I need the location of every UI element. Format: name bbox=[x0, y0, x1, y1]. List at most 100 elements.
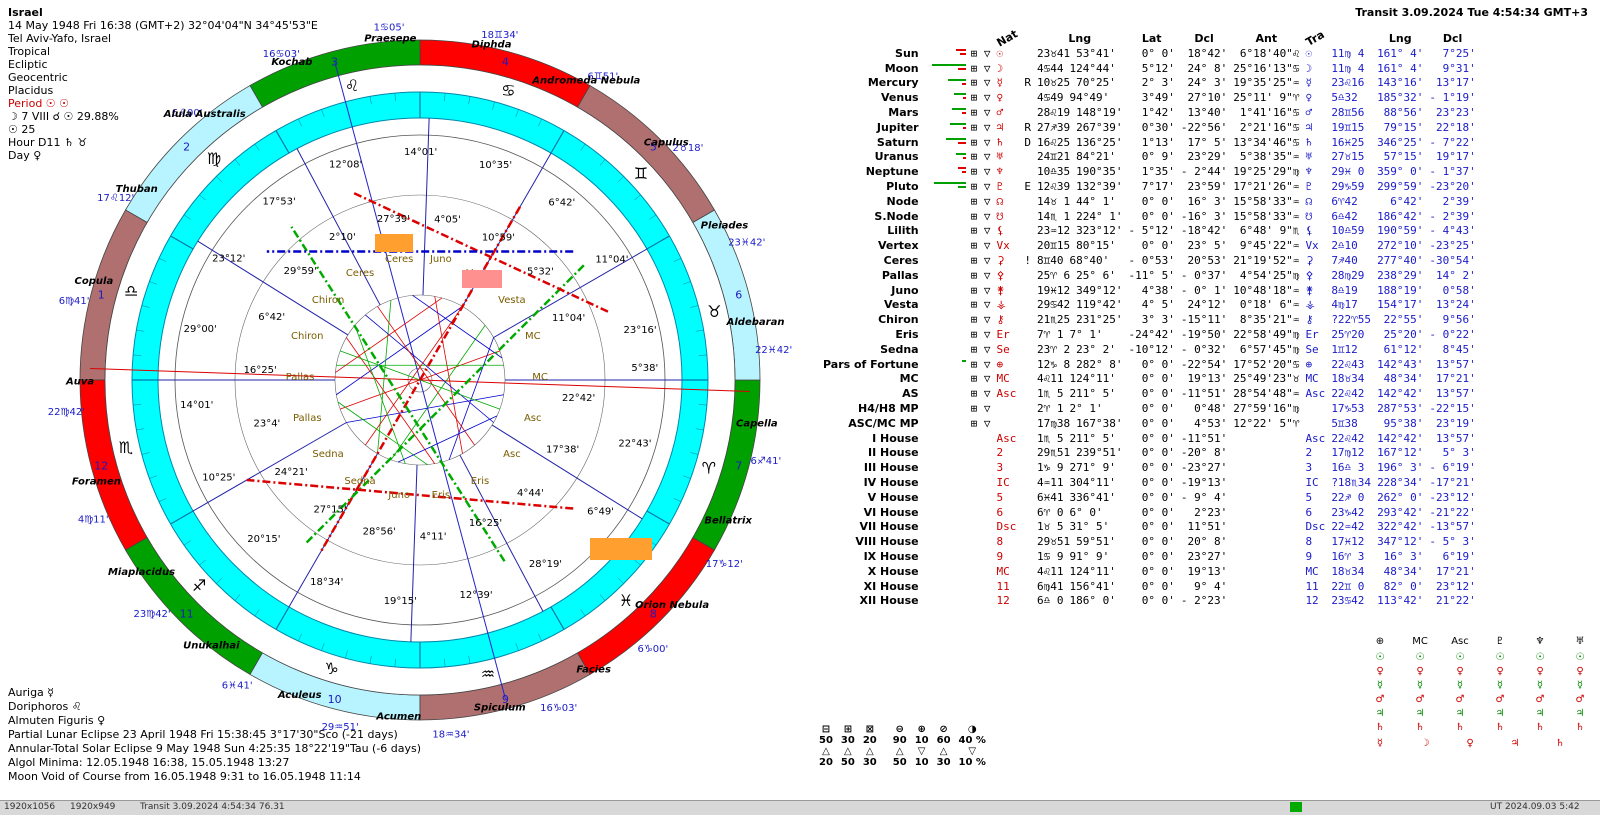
longitude-deg: 267°39' bbox=[1076, 120, 1123, 134]
row-grid-icons: ⊞ ▽ bbox=[970, 91, 991, 105]
grid-column-icon: Asc bbox=[1451, 636, 1469, 647]
retro-flag: R bbox=[1024, 120, 1031, 134]
transit-position: 29♓ 0 bbox=[1331, 165, 1365, 179]
table-row[interactable]: VI House 6 6♈ 0 6° 0' 0° 0' 2°23' 6 23♑42 293°42… bbox=[820, 505, 1479, 520]
table-row[interactable]: Mars ⊞ ▽ ♂ 28♌19 148°19' 1°42' 13°40' 1°41'16"♋… bbox=[820, 105, 1479, 120]
table-row[interactable]: X House MC 4♌11 124°11' 0° 0' 19°13' MC 18♉34 48… bbox=[820, 564, 1479, 579]
transit-declination: 5° 3' bbox=[1442, 446, 1476, 460]
place-name: Israel bbox=[8, 6, 43, 19]
table-row[interactable]: S.Node ⊞ ▽ ☋ 14♏ 1 224° 1' 0° 0' -16° 3' 15°58'… bbox=[820, 209, 1479, 224]
row-grid-icons bbox=[968, 460, 994, 475]
col-tra-lng[interactable]: Lng bbox=[1374, 30, 1426, 46]
table-row[interactable]: Jupiter ⊞ ▽ ♃ R 27♐39 267°39' 0°30' -22°56' 2°21… bbox=[820, 120, 1479, 135]
table-row[interactable]: Juno ⊞ ▽ ⚵ 19♓12 349°12' 4°38' - 0° 1' 10°48'18… bbox=[820, 283, 1479, 298]
table-row[interactable]: AS ⊞ ▽ Asc 1♏ 5 211° 5' 0° 0' -11°51' 28°54'48"… bbox=[820, 386, 1479, 401]
earth-icon: ⊕ bbox=[917, 724, 926, 735]
table-row[interactable]: Venus ⊞ ▽ ♀ 4♋49 94°49' 3°49' 27°10' 25°11' 9"♈… bbox=[820, 90, 1479, 105]
row-grid-icons bbox=[968, 446, 994, 461]
strength-bars bbox=[922, 76, 968, 91]
table-row[interactable]: IV House IC 4♒11 304°11' 0° 0' -19°13' IC ?18♏3… bbox=[820, 475, 1479, 490]
table-row[interactable]: ASC/MC MP ⊞ ▽ 17♍38 167°38' 0° 0' 4°53' 12°22'… bbox=[820, 416, 1479, 431]
table-row[interactable]: Pallas ⊞ ▽ ⚴ 25♈ 6 25° 6' -11° 5' - 0°37' 4°54'… bbox=[820, 268, 1479, 283]
longitude-deg: 224° 1' bbox=[1076, 209, 1123, 223]
natal-longitude: 7♈ 1 7° 1' bbox=[1034, 327, 1125, 342]
table-row[interactable]: Pars of Fortune ⊞ ▽ ⊕ 12♑ 8 282° 8' 0° 0' -22°… bbox=[820, 357, 1479, 372]
col-lat[interactable]: Lat bbox=[1125, 30, 1177, 46]
transit-longitude: 359° 0' bbox=[1377, 165, 1424, 179]
retro-flag bbox=[1021, 564, 1034, 579]
table-row[interactable]: Pluto ⊞ ▽ ♇ E 12♌39 132°39' 7°17' 23°59' 17°21'2… bbox=[820, 179, 1479, 194]
transit-declination: 17°21' bbox=[1436, 564, 1476, 578]
table-row[interactable]: Mercury ⊞ ▽ ☿ R 10♉25 70°25' 2° 3' 24° 3' 19°35'… bbox=[820, 76, 1479, 91]
longitude-sign: 6♍41 bbox=[1037, 579, 1064, 593]
transit-symbol: Asc bbox=[1305, 387, 1326, 401]
table-row[interactable]: Ceres ⊞ ▽ ⚳! 8♊40 68°40' - 0°53' 20°53' 21°19'5… bbox=[820, 253, 1479, 268]
row-name: Sun bbox=[895, 46, 919, 60]
col-ant[interactable]: Ant bbox=[1230, 30, 1302, 46]
planet-degree-label: 10°59' bbox=[482, 233, 515, 244]
saturn-highlight bbox=[375, 234, 413, 252]
table-row[interactable]: Sun ⊞ ▽ ☉ 23♉41 53°41' 0° 0' 18°42' 6°18'40"♌ ☉ 1… bbox=[820, 46, 1479, 61]
col-dcl[interactable]: Dcl bbox=[1178, 30, 1230, 46]
table-row[interactable]: Sedna ⊞ ▽ Se 23♈ 2 23° 2' -10°12' - 0°32' 6°57'… bbox=[820, 342, 1479, 357]
table-row[interactable]: IX House 9 1♋ 9 91° 9' 0° 0' 23°27' 9 16♈ 3 16° … bbox=[820, 549, 1479, 564]
table-row[interactable]: MC ⊞ ▽ MC 4♌11 124°11' 0° 0' 19°13' 25°49'23"♉ M… bbox=[820, 372, 1479, 387]
transit-longitude: 347°12' bbox=[1377, 535, 1424, 549]
natal-declination: - 0°32' bbox=[1180, 342, 1228, 356]
transit-declination: - 7°22' bbox=[1429, 135, 1476, 149]
transit-position: 28♊56 bbox=[1331, 106, 1365, 120]
table-row[interactable]: Uranus ⊞ ▽ ♅ 24♊21 84°21' 0° 9' 23°29' 5°38'35"… bbox=[820, 150, 1479, 165]
triangle-icon: △ bbox=[895, 746, 904, 757]
natal-antiscia: 13°34'46"♋ bbox=[1233, 135, 1300, 149]
period-info: Period ☉ ☉ bbox=[8, 97, 70, 110]
table-row[interactable]: Eris ⊞ ▽ Er 7♈ 1 7° 1' -24°42' -19°50' 22°58'49… bbox=[820, 327, 1479, 342]
table-row[interactable]: VIII House 8 29♉51 59°51' 0° 0' 20° 8' 8 17♓12 3… bbox=[820, 534, 1479, 549]
table-row[interactable]: Chiron ⊞ ▽ ⚷ 21♏25 231°25' 3° 3' -15°11' 8°35'2… bbox=[820, 312, 1479, 327]
transit-symbol: IC bbox=[1305, 476, 1319, 489]
natal-antiscia: 17°21'26"♒ bbox=[1233, 180, 1300, 194]
stat-value: 30 bbox=[840, 735, 855, 746]
table-row[interactable]: Neptune ⊞ ▽ ♆ 10♎35 190°35' 1°35' - 2°44' 19°25… bbox=[820, 164, 1479, 179]
table-row[interactable]: V House 5 6♓41 336°41' 0° 0' - 9° 4' 5 22♐ 0 262… bbox=[820, 490, 1479, 505]
natal-latitude: -10°12' bbox=[1128, 342, 1175, 356]
table-row[interactable]: Saturn ⊞ ▽ ♄ D 16♌25 136°25' 1°13' 17° 5' 13°34'… bbox=[820, 135, 1479, 150]
fixed-star-label: Thuban bbox=[116, 184, 158, 195]
natal-antiscia bbox=[1230, 490, 1302, 505]
table-row[interactable]: Vertex ⊞ ▽ Vx 20♊15 80°15' 0° 0' 23° 5' 9°45'22… bbox=[820, 238, 1479, 253]
natal-symbol: ♄ bbox=[996, 135, 1004, 149]
row-name: Juno bbox=[891, 283, 919, 297]
row-grid-icons: ⊞ ▽ bbox=[970, 150, 991, 164]
row-grid-icons: ⊞ ▽ bbox=[970, 76, 991, 90]
row-name: Jupiter bbox=[876, 120, 919, 134]
row-grid-icons: ⊞ ▽ bbox=[970, 61, 991, 75]
transit-declination: - 2°39' bbox=[1429, 209, 1476, 223]
table-row[interactable]: Lilith ⊞ ▽ ⚸ 23♒12 323°12' - 5°12' -18°42' 6°48… bbox=[820, 224, 1479, 239]
info-line: Doriphoros ♌ bbox=[8, 700, 82, 713]
retro-flag bbox=[1021, 224, 1034, 239]
natal-latitude: 0°30' bbox=[1141, 120, 1175, 134]
table-row[interactable]: Moon ⊞ ▽ ☽ 4♋44 124°44' 5°12' 24° 8' 25°16'13"♋… bbox=[820, 61, 1479, 76]
natal-declination: 19°13' bbox=[1187, 564, 1228, 578]
table-row[interactable]: I House Asc 1♏ 5 211° 5' 0° 0' -11°51' Asc 22♌4… bbox=[820, 431, 1479, 446]
table-row[interactable]: XII House 12 6♎ 0 186° 0' 0° 0' - 2°23' 12 23♋4… bbox=[820, 593, 1479, 608]
natal-antiscia: 25°16'13"♋ bbox=[1233, 61, 1300, 75]
col-lng[interactable]: Lng bbox=[1034, 30, 1125, 46]
stat-value: 50 bbox=[892, 757, 907, 768]
longitude-deg: 119°42' bbox=[1076, 298, 1123, 312]
longitude-deg: 68°40' bbox=[1069, 254, 1110, 268]
transit-longitude: 61°12' bbox=[1383, 342, 1424, 356]
table-row[interactable]: H4/H8 MP ⊞ ▽ 2♈ 1 2° 1' 0° 0' 0°48' 27°59'16"♍… bbox=[820, 401, 1479, 416]
table-row[interactable]: Node ⊞ ▽ ☊ 14♉ 1 44° 1' 0° 0' 16° 3' 15°58'33"♒… bbox=[820, 194, 1479, 209]
grid-row-icon: ☿ bbox=[1377, 738, 1383, 749]
grid-column-icon: ♇ bbox=[1496, 636, 1505, 647]
table-row[interactable]: Vesta ⊞ ▽ ⚶ 29♋42 119°42' 4° 5' 24°12' 0°18' 6"… bbox=[820, 298, 1479, 313]
table-row[interactable]: XI House 11 6♍41 156°41' 0° 0' 9° 4' 11 22♊ 0 82… bbox=[820, 579, 1479, 594]
table-row[interactable]: II House 2 29♏51 239°51' 0° 0' -20° 8' 2 17♍12 1… bbox=[820, 446, 1479, 461]
table-row[interactable]: III House 3 1♑ 9 271° 9' 0° 0' -23°27' 3 16♎ 3 1… bbox=[820, 460, 1479, 475]
row-name: IV House bbox=[863, 476, 919, 489]
transit-position: 11♍ 4 bbox=[1331, 61, 1365, 75]
col-tra-dcl[interactable]: Dcl bbox=[1426, 30, 1478, 46]
transit-declination: -13°57' bbox=[1429, 520, 1476, 534]
table-row[interactable]: VII House Dsc 1♉ 5 31° 5' 0° 0' 11°51' Dsc 22♒4… bbox=[820, 520, 1479, 535]
transit-longitude: 299°59' bbox=[1377, 180, 1424, 194]
